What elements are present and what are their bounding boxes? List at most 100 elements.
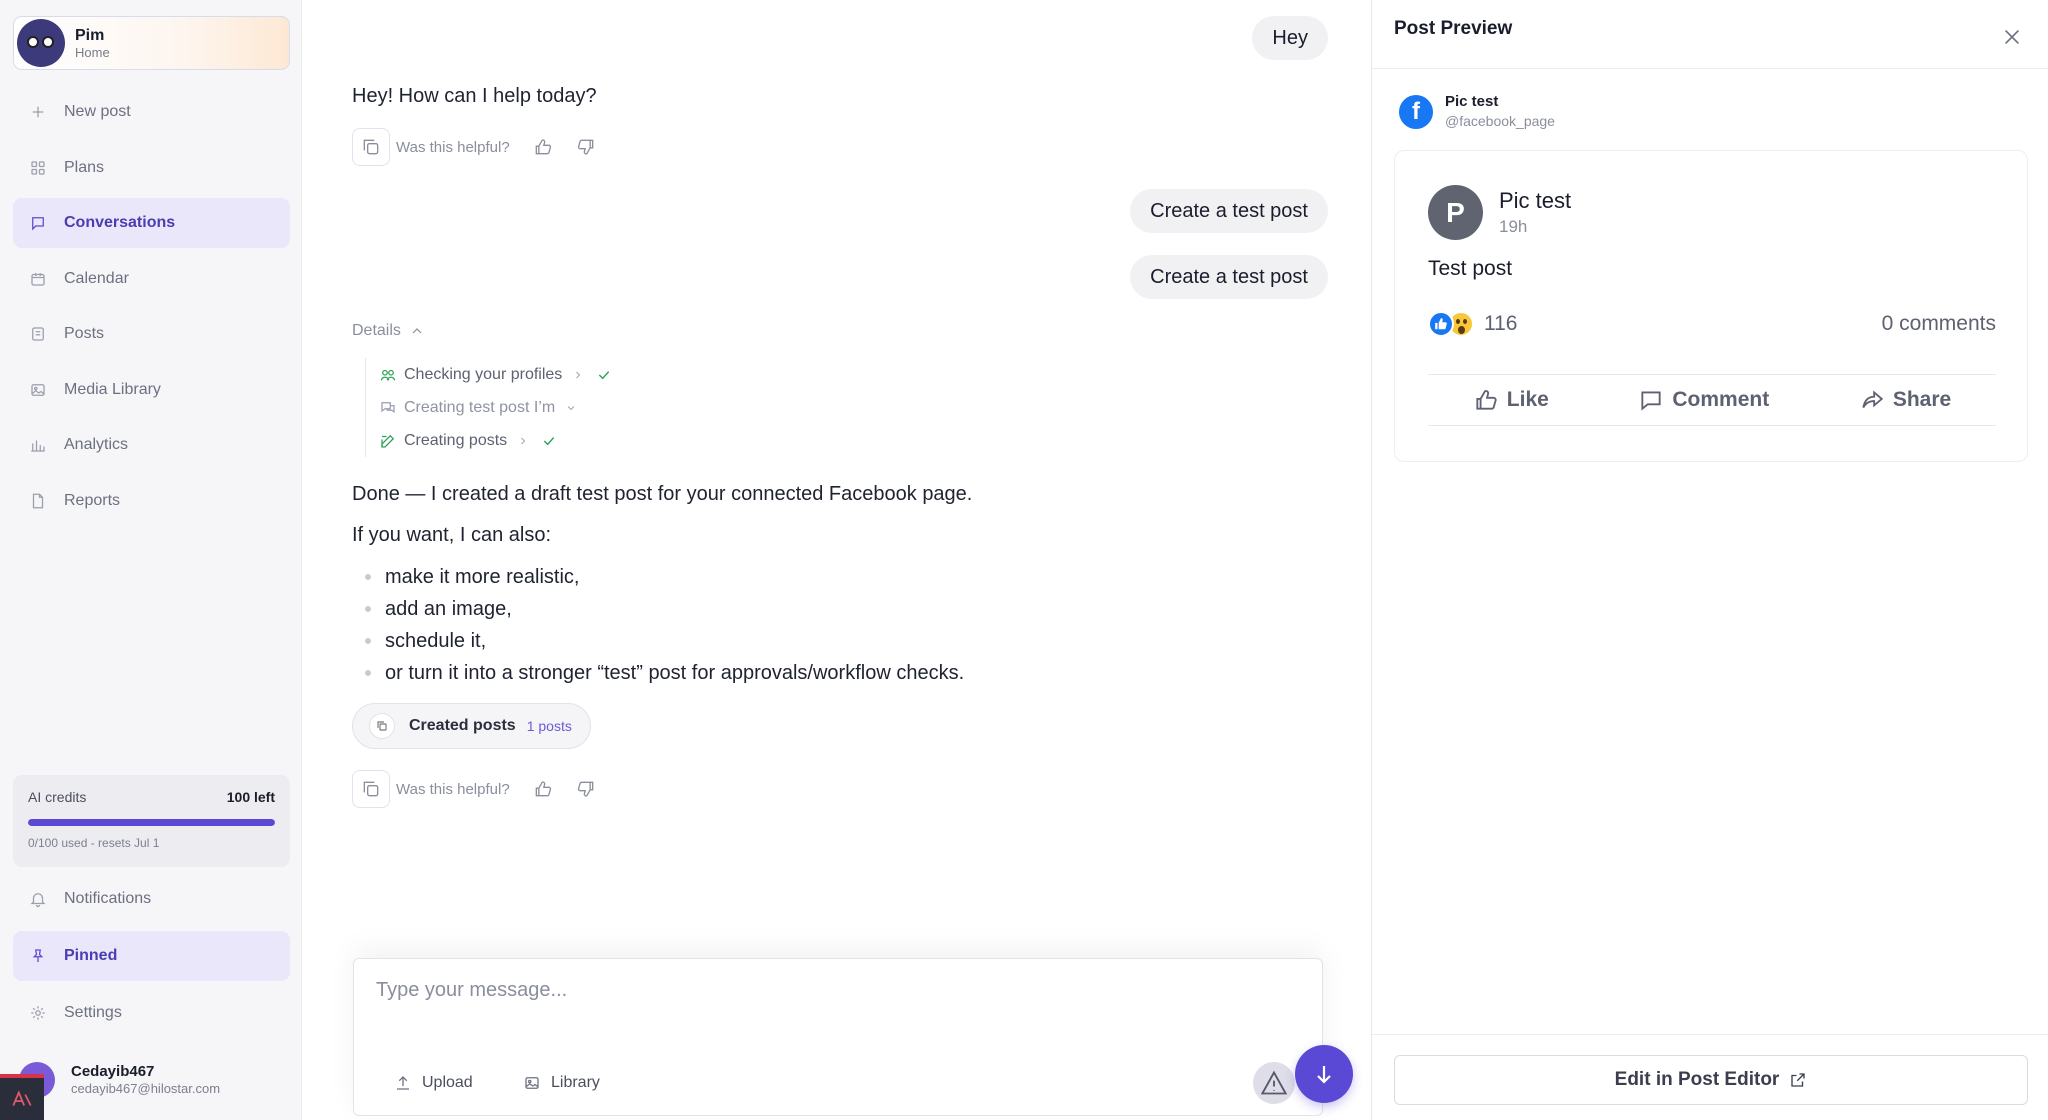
step-label: Checking your profiles [404, 365, 563, 383]
post-preview-panel: Post Preview f Pic test @facebook_page P… [1371, 0, 2048, 1120]
message-input[interactable] [376, 979, 1276, 1002]
reactions-row: 116 0 comments [1428, 311, 1996, 337]
sidebar-item-label: Settings [64, 1004, 122, 1021]
feedback-bar: Was this helpful? [352, 128, 597, 166]
warning-icon [1260, 1070, 1288, 1095]
arrow-down-icon [1317, 1066, 1331, 1084]
copy-button[interactable] [352, 128, 390, 166]
workspace-subtitle: Home [75, 44, 110, 60]
created-posts-chip[interactable]: Created posts 1 posts [352, 703, 591, 749]
sidebar-item-label: Pinned [64, 947, 118, 964]
post-actions: Like Comment Share [1428, 374, 1996, 426]
panel-header: Post Preview [1372, 0, 2048, 69]
sidebar-item-label: Analytics [64, 436, 129, 453]
chat-icon [28, 213, 48, 233]
feedback-bar: Was this helpful? [352, 770, 597, 808]
message-composer: Upload Library [353, 958, 1323, 1116]
ai-credits-usage: 0/100 used - resets Jul 1 [28, 836, 160, 850]
thumbs-down-icon [577, 781, 594, 797]
user-name: Cedayib467 [71, 1062, 155, 1080]
list-item: or turn it into a stronger “test” post f… [365, 657, 964, 689]
warning-button[interactable] [1253, 1062, 1295, 1104]
thumbs-down-button[interactable] [575, 778, 597, 800]
post-author: Pic test [1499, 188, 1572, 214]
helpful-label: Was this helpful? [396, 780, 510, 798]
copy-icon [363, 781, 379, 797]
sidebar-item-plans[interactable]: Plans [13, 143, 290, 193]
like-button[interactable]: Like [1473, 387, 1549, 413]
sidebar-item-posts[interactable]: Posts [13, 309, 290, 359]
plus-icon [28, 102, 48, 122]
thumbs-up-icon [535, 781, 551, 797]
user-email: cedayib467@hilostar.com [71, 1081, 221, 1097]
comment-icon [1641, 391, 1661, 411]
workspace-name: Pim [75, 26, 105, 44]
user-message: Hey [1252, 16, 1328, 60]
edit-icon [378, 431, 398, 451]
copy-button[interactable] [352, 770, 390, 808]
sidebar-item-notifications[interactable]: Notifications [13, 874, 290, 924]
chevron-right-icon [576, 371, 581, 378]
upload-button[interactable]: Upload [394, 1071, 473, 1095]
sidebar-item-reports[interactable]: Reports [13, 476, 290, 526]
post-text: Test post [1428, 257, 1513, 280]
comment-button[interactable]: Comment [1638, 387, 1769, 413]
share-button[interactable]: Share [1859, 387, 1951, 413]
step-label: Creating test post I’m [404, 398, 556, 416]
thumbs-up-button[interactable] [532, 778, 554, 800]
sidebar-item-media-library[interactable]: Media Library [13, 365, 290, 415]
grid-icon [28, 158, 48, 178]
sidebar-item-conversations[interactable]: Conversations [13, 198, 290, 248]
details-toggle[interactable]: Details [352, 322, 425, 340]
assistant-message: Done — I created a draft test post for y… [352, 483, 973, 505]
ai-credits-card: AI credits 100 left 0/100 used - resets … [13, 775, 290, 867]
step-item[interactable]: Creating test post I’m [378, 391, 612, 424]
sidebar-item-pinned[interactable]: Pinned [13, 931, 290, 981]
details-label: Details [352, 322, 401, 339]
debug-toolbar-icon[interactable] [0, 1074, 44, 1120]
scroll-to-bottom-button[interactable] [1295, 1045, 1353, 1103]
library-button[interactable]: Library [523, 1071, 600, 1095]
thumbs-down-icon [577, 139, 594, 155]
list-item: schedule it, [365, 625, 964, 657]
ai-credits-label: AI credits [28, 789, 87, 805]
edit-in-post-editor-button[interactable]: Edit in Post Editor [1394, 1055, 2028, 1105]
panel-title: Post Preview [1394, 18, 1513, 39]
upload-label: Upload [422, 1074, 473, 1091]
avatar: P [1428, 185, 1483, 240]
ai-credits-progress-fill [28, 819, 275, 826]
user-message: Create a test post [1130, 189, 1328, 233]
suggestions-list: make it more realistic, add an image, sc… [365, 561, 964, 689]
step-label: Creating posts [404, 431, 508, 449]
sidebar-item-analytics[interactable]: Analytics [13, 420, 290, 470]
chip-label: Created posts [409, 717, 516, 734]
workspace-switcher[interactable]: Pim Home [13, 16, 290, 70]
page-name: Pic test [1445, 93, 1499, 110]
chevron-up-icon [412, 328, 422, 334]
sidebar-item-settings[interactable]: Settings [13, 988, 290, 1038]
close-button[interactable] [1998, 23, 2026, 51]
check-icon [543, 436, 555, 445]
thumbs-down-button[interactable] [575, 136, 597, 158]
facebook-post-card: P Pic test 19h Test post 116 0 comments … [1394, 150, 2028, 462]
sidebar-item-label: Media Library [64, 381, 161, 398]
thumbs-up-icon [535, 139, 551, 155]
sidebar-item-label: Plans [64, 159, 105, 176]
ai-credits-remaining: 100 left [226, 789, 275, 805]
helpful-label: Was this helpful? [396, 138, 510, 156]
sidebar-item-label: Posts [64, 325, 105, 342]
copy-icon [363, 139, 379, 155]
sidebar-item-new-post[interactable]: New post [13, 87, 290, 137]
user-profile[interactable]: C Cedayib467 cedayib467@hilostar.com [13, 1050, 290, 1110]
list-item: add an image, [365, 593, 964, 625]
message-bubbles-icon [378, 398, 398, 418]
step-item[interactable]: Creating posts [378, 424, 612, 457]
image-icon [28, 380, 48, 400]
share-icon [1862, 390, 1883, 409]
assistant-message: Hey! How can I help today? [352, 85, 597, 107]
thumbs-up-button[interactable] [532, 136, 554, 158]
step-item[interactable]: Checking your profiles [378, 358, 612, 391]
user-message: Create a test post [1130, 255, 1328, 299]
sidebar-item-calendar[interactable]: Calendar [13, 254, 290, 304]
file-icon [28, 491, 48, 511]
